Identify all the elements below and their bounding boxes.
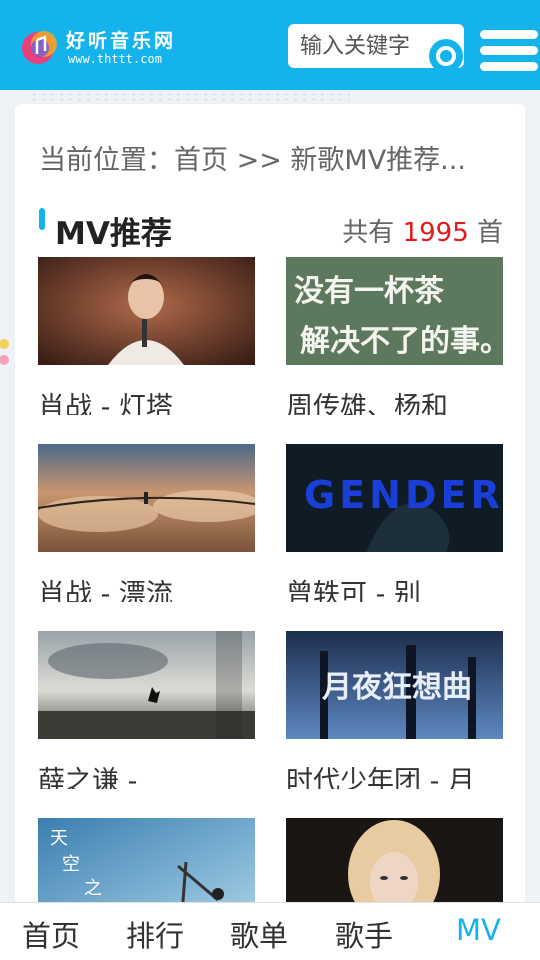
breadcrumb-current[interactable]: 新歌MV推荐... — [290, 145, 466, 176]
breadcrumb-separator: >> — [228, 145, 291, 176]
svg-text:GENDER: GENDER — [304, 473, 503, 517]
nav-ranking[interactable]: 排行 — [126, 913, 184, 955]
mv-thumbnail[interactable] — [38, 631, 255, 739]
top-header: 好听音乐网 www.thttt.com — [0, 0, 540, 90]
svg-text:空: 空 — [62, 854, 80, 875]
mv-title[interactable]: 曾轶可 - 别 — [286, 572, 503, 602]
mv-item[interactable]: GENDER 曾轶可 - 别 — [286, 444, 503, 604]
logo-url: www.thttt.com — [68, 52, 162, 66]
nav-singer[interactable]: 歌手 — [335, 913, 393, 955]
mv-item[interactable]: 月夜狂想曲 时代少年团 - 月 — [286, 631, 503, 791]
count-suffix: 首 — [468, 218, 503, 248]
svg-text:之: 之 — [84, 878, 102, 899]
logo-text: 好听音乐网 — [66, 30, 177, 52]
section-title: MV推荐 — [55, 216, 172, 252]
svg-text:解决不了的事。: 解决不了的事。 — [300, 324, 503, 359]
menu-icon[interactable] — [480, 30, 538, 82]
content-card: 当前位置：首页 >> 新歌MV推荐... MV推荐 共有 1995 首 肖战 -… — [15, 104, 525, 926]
mv-thumbnail[interactable]: GENDER — [286, 444, 503, 552]
search-icon[interactable] — [428, 38, 464, 74]
mv-count: 共有 1995 首 — [342, 212, 503, 249]
mv-thumbnail[interactable]: 月夜狂想曲 — [286, 631, 503, 739]
svg-text:月夜狂想曲: 月夜狂想曲 — [322, 670, 472, 705]
mv-item[interactable]: 肖战 - 漂流 — [38, 444, 255, 604]
mv-thumbnail[interactable]: 没有一杯茶 解决不了的事。 — [286, 257, 503, 365]
svg-text:天: 天 — [50, 828, 68, 849]
mv-thumbnail[interactable] — [38, 257, 255, 365]
count-prefix: 共有 — [342, 218, 403, 248]
mv-item[interactable]: 肖战 - 灯塔 — [38, 257, 255, 417]
mv-title[interactable]: 肖战 - 漂流 — [38, 572, 255, 602]
count-number: 1995 — [402, 218, 469, 248]
bottom-nav: 首页 排行 歌单 歌手 MV — [0, 902, 540, 960]
mv-title[interactable]: 肖战 - 灯塔 — [38, 385, 255, 415]
mv-item[interactable]: 薛之谦 - — [38, 631, 255, 791]
logo-icon — [22, 31, 57, 64]
breadcrumb: 当前位置：首页 >> 新歌MV推荐... — [39, 138, 509, 178]
site-logo[interactable]: 好听音乐网 www.thttt.com — [18, 24, 188, 70]
nav-mv[interactable]: MV — [456, 913, 501, 947]
decorative-dots — [30, 92, 350, 102]
nav-home[interactable]: 首页 — [22, 913, 80, 955]
nav-playlist[interactable]: 歌单 — [230, 913, 288, 955]
mv-title[interactable]: 时代少年团 - 月 — [286, 759, 503, 789]
svg-text:没有一杯茶: 没有一杯茶 — [294, 274, 445, 309]
breadcrumb-prefix: 当前位置： — [39, 145, 174, 176]
mv-thumbnail[interactable] — [38, 444, 255, 552]
section-accent-bar — [39, 208, 45, 230]
mv-item[interactable]: 没有一杯茶 解决不了的事。 周传雄、杨和 — [286, 257, 503, 417]
mv-title[interactable]: 周传雄、杨和 — [286, 385, 503, 415]
mv-title[interactable]: 薛之谦 - — [38, 759, 255, 789]
breadcrumb-home-link[interactable]: 首页 — [174, 145, 228, 176]
